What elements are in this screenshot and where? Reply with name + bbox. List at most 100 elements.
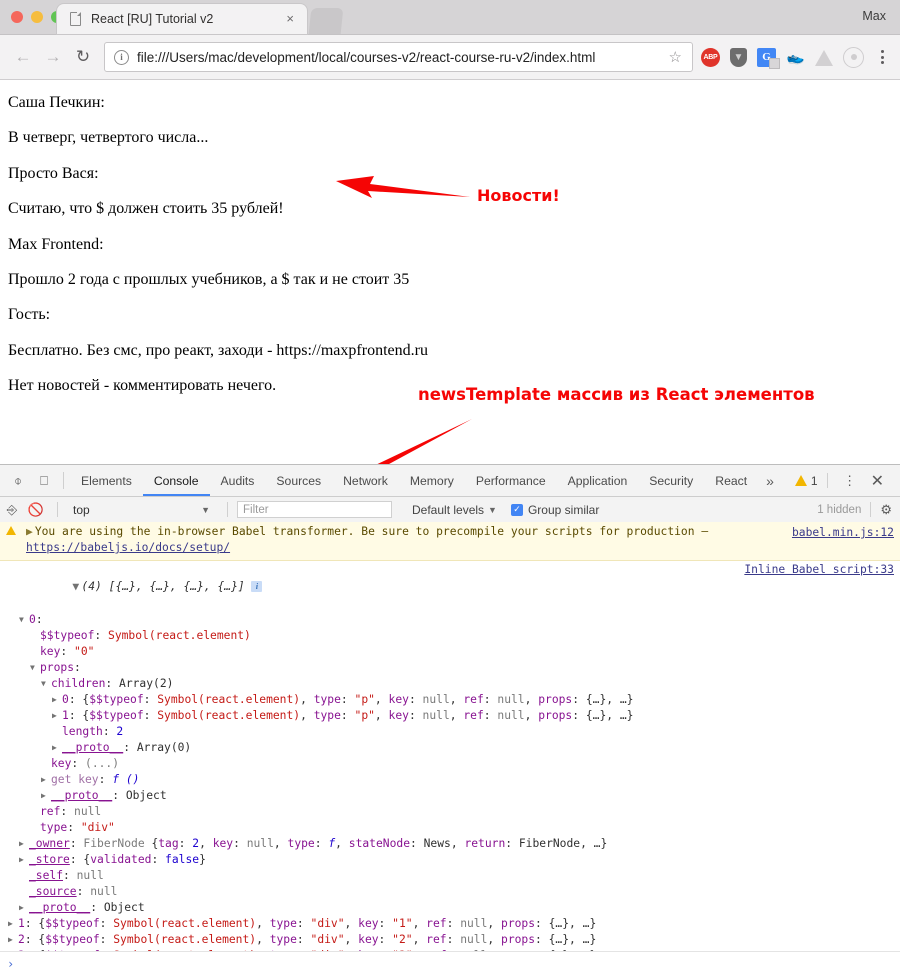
- expand-triangle-icon[interactable]: ▶: [52, 740, 61, 756]
- console-array-header[interactable]: ▼ (4) [{…}, {…}, {…}, {…}] i Inline Babel …: [0, 561, 900, 612]
- clear-console-icon[interactable]: 🚫: [24, 502, 48, 518]
- expand-triangle-icon[interactable]: ▶: [52, 692, 61, 708]
- shield-extension-icon[interactable]: ▼: [730, 47, 747, 67]
- console-tree-row[interactable]: ▼ 0:: [0, 612, 900, 628]
- tab-performance[interactable]: Performance: [465, 466, 557, 496]
- bookmark-star-icon[interactable]: ☆: [669, 48, 682, 66]
- expand-triangle-icon[interactable]: ▶: [41, 788, 50, 804]
- inspect-element-icon[interactable]: ⌽: [5, 468, 31, 494]
- tab-sources[interactable]: Sources: [265, 466, 332, 496]
- devtools-menu-icon[interactable]: ⋮: [837, 468, 863, 494]
- gear-icon[interactable]: ⚙: [880, 502, 900, 518]
- log-levels-dropdown[interactable]: Default levels ▼: [412, 503, 497, 517]
- console-tree-row[interactable]: ▶ __proto__: Object: [0, 788, 900, 804]
- warning-count-indicator[interactable]: 1: [794, 474, 818, 488]
- address-bar[interactable]: i file:///Users/mac/development/local/co…: [104, 42, 693, 72]
- more-tabs-icon[interactable]: »: [758, 473, 782, 489]
- expand-triangle-icon[interactable]: ▶: [19, 836, 28, 852]
- expand-triangle-icon[interactable]: ▶: [19, 852, 28, 868]
- toolbar-divider: [227, 502, 228, 517]
- back-arrow-icon[interactable]: ←: [8, 42, 38, 72]
- console-prompt[interactable]: ›: [0, 951, 900, 975]
- google-translate-icon[interactable]: G: [757, 47, 780, 69]
- console-tree-row[interactable]: $$typeof: Symbol(react.element): [0, 628, 900, 644]
- new-tab-button[interactable]: [308, 8, 344, 34]
- console-tree-row[interactable]: ▶ 1: {$$typeof: Symbol(react.element), ty…: [0, 916, 900, 932]
- drive-extension-icon[interactable]: [815, 50, 833, 66]
- tab-memory[interactable]: Memory: [399, 466, 465, 496]
- devtools-close-icon[interactable]: ✕: [863, 471, 892, 491]
- expand-triangle-icon[interactable]: ▶: [52, 708, 61, 724]
- log-levels-label: Default levels: [412, 502, 485, 517]
- console-tree-row[interactable]: ▶ __proto__: Object: [0, 900, 900, 916]
- console-tree-row[interactable]: _self: null: [0, 868, 900, 884]
- console-tree-row[interactable]: ▶ _owner: FiberNode {tag: 2, key: null, t…: [0, 836, 900, 852]
- console-tree-row[interactable]: _source: null: [0, 884, 900, 900]
- warning-link-part-b[interactable]: beljs.io/docs/setup/: [94, 541, 230, 554]
- profile-name-label[interactable]: Max: [862, 9, 886, 23]
- console-filter-input[interactable]: Filter: [237, 501, 392, 518]
- tab-audits[interactable]: Audits: [210, 466, 266, 496]
- console-tree-row-text: _store: {validated: false}: [29, 852, 206, 866]
- execution-context-select[interactable]: top ▼: [73, 503, 218, 517]
- console-tree-row[interactable]: ▶ 1: {$$typeof: Symbol(react.element), ty…: [0, 708, 900, 724]
- expand-triangle-icon[interactable]: ▶: [26, 525, 33, 538]
- group-similar-checkbox[interactable]: ✓ Group similar: [510, 503, 599, 517]
- forward-arrow-icon[interactable]: →: [38, 42, 68, 72]
- console-tree-row[interactable]: ▶ _store: {validated: false}: [0, 852, 900, 868]
- expand-triangle-icon[interactable]: ▶: [8, 932, 17, 948]
- console-warning-message[interactable]: babel.min.js:12 ▶ You are using the in-br…: [0, 522, 900, 561]
- console-tree-row[interactable]: ▼ props:: [0, 660, 900, 676]
- console-tree-row[interactable]: ▶ __proto__: Array(0): [0, 740, 900, 756]
- tab-console[interactable]: Console: [143, 466, 210, 496]
- expand-triangle-icon[interactable]: ▶: [19, 900, 28, 916]
- console-tree-row[interactable]: ▶ 0: {$$typeof: Symbol(react.element), ty…: [0, 692, 900, 708]
- tab-close-icon[interactable]: ×: [286, 12, 294, 25]
- target-extension-icon[interactable]: [843, 46, 864, 68]
- tab-react[interactable]: React: [704, 466, 758, 496]
- page-info-icon[interactable]: i: [114, 49, 129, 65]
- collapse-triangle-icon[interactable]: ▼: [41, 676, 50, 692]
- close-window-button[interactable]: [11, 11, 23, 23]
- console-tree-row[interactable]: ▶ 2: {$$typeof: Symbol(react.element), ty…: [0, 932, 900, 948]
- console-tree-row-text: _owner: FiberNode {tag: 2, key: null, ty…: [29, 836, 608, 850]
- tab-security[interactable]: Security: [638, 466, 704, 496]
- console-tree-row[interactable]: type: "div": [0, 820, 900, 836]
- console-filter-bar: ⎆ 🚫 top ▼ Filter Default levels ▼ ✓ Grou…: [0, 497, 900, 523]
- reload-icon[interactable]: ↻: [68, 42, 98, 72]
- tab-application[interactable]: Application: [557, 466, 639, 496]
- toolbar-divider: [870, 502, 872, 517]
- console-tree-row[interactable]: ▼ children: Array(2): [0, 676, 900, 692]
- console-tree-row-text: __proto__: Object: [51, 788, 167, 802]
- object-property-tree[interactable]: ▼ 0: $$typeof: Symbol(react.element) key: "…: [0, 612, 900, 951]
- news-paragraph: Max Frontend:: [8, 235, 104, 253]
- device-toolbar-icon[interactable]: ⎕: [31, 468, 57, 494]
- warning-link-part-a[interactable]: https://ba: [26, 541, 94, 554]
- console-tree-row[interactable]: key: (...): [0, 756, 900, 772]
- collapse-triangle-icon[interactable]: ▼: [30, 660, 39, 676]
- adblock-plus-icon[interactable]: ABP: [701, 47, 720, 67]
- tab-title: React [RU] Tutorial v2: [91, 12, 214, 26]
- tab-network[interactable]: Network: [332, 466, 399, 496]
- browser-tab[interactable]: React [RU] Tutorial v2 ×: [57, 4, 307, 34]
- console-tree-row-text: ref: null: [40, 804, 102, 818]
- console-tree-row[interactable]: ▶ get key: f (): [0, 772, 900, 788]
- minimize-window-button[interactable]: [31, 11, 43, 23]
- warning-source-link[interactable]: babel.min.js:12: [792, 525, 894, 541]
- console-tree-row[interactable]: key: "0": [0, 644, 900, 660]
- chrome-menu-icon[interactable]: [874, 48, 890, 67]
- expand-triangle-icon[interactable]: ▶: [8, 916, 17, 932]
- array-source-link[interactable]: Inline Babel script:33: [744, 561, 894, 578]
- console-tree-row[interactable]: ref: null: [0, 804, 900, 820]
- expand-triangle-icon[interactable]: ▶: [41, 772, 50, 788]
- sneaker-extension-icon[interactable]: 👟: [784, 46, 807, 69]
- info-badge-icon[interactable]: i: [251, 580, 263, 592]
- console-sidebar-icon[interactable]: ⎆: [0, 502, 24, 518]
- collapse-triangle-icon[interactable]: ▼: [19, 612, 28, 628]
- chevron-down-icon: ▼: [488, 504, 497, 515]
- console-tree-row[interactable]: length: 2: [0, 724, 900, 740]
- console-tree-row-text: $$typeof: Symbol(react.element): [40, 628, 251, 642]
- warning-triangle-icon: [6, 526, 16, 535]
- tab-elements[interactable]: Elements: [70, 466, 143, 496]
- console-output[interactable]: babel.min.js:12 ▶ You are using the in-br…: [0, 522, 900, 951]
